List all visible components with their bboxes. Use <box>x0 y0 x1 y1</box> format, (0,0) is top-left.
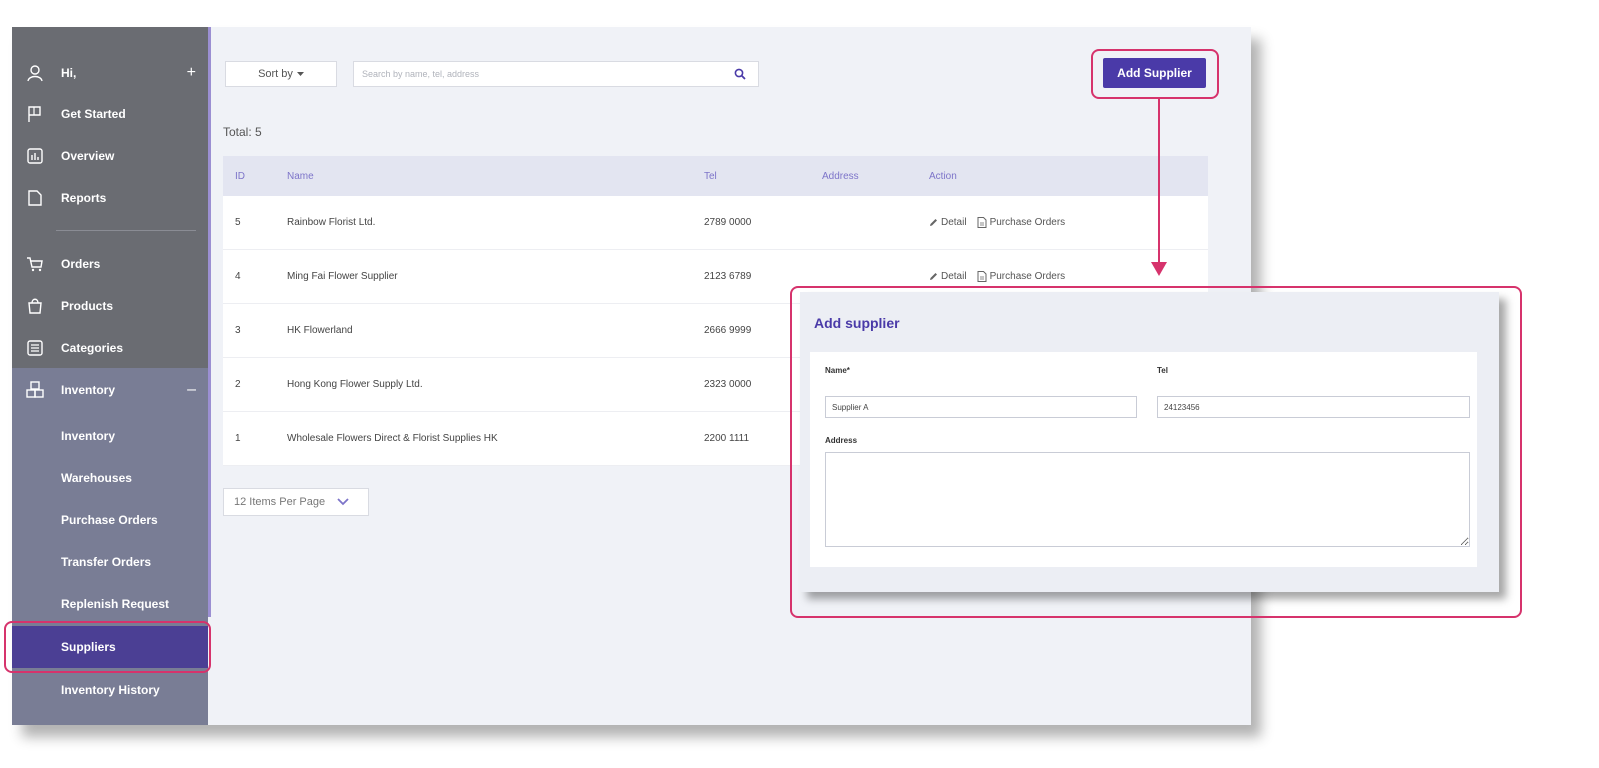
sidebar-item-label: Products <box>61 299 114 313</box>
boxes-icon <box>26 381 44 398</box>
items-per-page-select[interactable]: 12 Items Per Page <box>223 488 369 516</box>
file-icon <box>977 217 987 228</box>
purchase-orders-link-label: Purchase Orders <box>989 271 1066 282</box>
table-row: 5 Rainbow Florist Ltd. 2789 0000 Detail … <box>223 196 1208 250</box>
cell-tel: 2789 0000 <box>704 217 752 228</box>
suppliers-highlight <box>4 621 211 673</box>
cell-name: Wholesale Flowers Direct & Florist Suppl… <box>287 433 498 444</box>
pencil-icon <box>930 273 937 280</box>
sidebar-item-inventory[interactable]: Inventory – <box>12 369 208 411</box>
table-header: ID Name Tel Address Action <box>223 156 1208 196</box>
sidebar-subitem-purchase-orders[interactable]: Purchase Orders <box>12 499 208 541</box>
sort-by-label: Sort by <box>258 68 293 80</box>
caret-down-icon <box>296 71 304 76</box>
cart-icon <box>27 257 43 272</box>
document-icon <box>28 190 42 206</box>
sidebar-item-greeting[interactable]: Hi, + <box>12 52 208 94</box>
sidebar-item-get-started[interactable]: Get Started <box>12 93 208 135</box>
cell-name: Rainbow Florist Ltd. <box>287 217 376 228</box>
detail-link-label: Detail <box>941 217 967 228</box>
cell-tel: 2200 1111 <box>704 433 750 444</box>
cell-tel: 2666 9999 <box>704 325 752 336</box>
column-header-name: Name <box>287 170 314 182</box>
sidebar-item-label: Hi, <box>61 66 77 80</box>
sidebar-item-label: Reports <box>61 191 107 205</box>
total-count: Total: 5 <box>223 125 262 139</box>
modal-highlight <box>790 286 1522 618</box>
sidebar-item-label: Inventory <box>61 429 116 443</box>
expand-plus-icon[interactable]: + <box>187 64 196 82</box>
cell-id: 2 <box>235 379 241 390</box>
detail-link[interactable]: Detail <box>929 271 967 282</box>
cell-tel: 2323 0000 <box>704 379 752 390</box>
purchase-orders-link[interactable]: Purchase Orders <box>977 271 1066 282</box>
pencil-icon <box>930 219 937 226</box>
sidebar-item-label: Replenish Request <box>61 597 170 611</box>
cell-id: 4 <box>235 271 241 282</box>
sidebar-item-label: Inventory <box>61 383 116 397</box>
purchase-orders-link[interactable]: Purchase Orders <box>977 217 1066 228</box>
cell-id: 1 <box>235 433 241 444</box>
flag-icon <box>28 106 41 122</box>
sort-by-dropdown[interactable]: Sort by <box>225 61 337 87</box>
sidebar-item-reports[interactable]: Reports <box>12 177 208 219</box>
cell-name: HK Flowerland <box>287 325 353 336</box>
sidebar-item-label: Inventory History <box>61 683 160 697</box>
bag-icon <box>28 298 42 314</box>
arrow-down-icon <box>1151 262 1167 276</box>
search-icon[interactable] <box>734 68 746 80</box>
column-header-action: Action <box>929 170 957 182</box>
collapse-minus-icon[interactable]: – <box>187 381 196 399</box>
cell-name: Hong Kong Flower Supply Ltd. <box>287 379 423 390</box>
sidebar-item-overview[interactable]: Overview <box>12 135 208 177</box>
sidebar-item-products[interactable]: Products <box>12 285 208 327</box>
file-icon <box>977 271 987 282</box>
items-per-page-label: 12 Items Per Page <box>234 496 326 508</box>
search-box <box>353 61 759 87</box>
sidebar-subitem-inventory[interactable]: Inventory <box>12 415 208 457</box>
detail-link[interactable]: Detail <box>929 217 967 228</box>
purchase-orders-link-label: Purchase Orders <box>989 217 1066 228</box>
sidebar-item-label: Warehouses <box>61 471 132 485</box>
sidebar-item-label: Get Started <box>61 107 126 121</box>
detail-link-label: Detail <box>941 271 967 282</box>
sidebar-divider <box>56 230 196 231</box>
column-header-id: ID <box>235 170 245 182</box>
cell-action: Detail Purchase Orders <box>929 196 1065 249</box>
sidebar-item-label: Categories <box>61 341 124 355</box>
chart-icon <box>27 148 43 164</box>
user-icon <box>27 65 43 82</box>
column-header-address: Address <box>822 170 859 182</box>
sidebar-item-label: Overview <box>61 149 115 163</box>
sidebar-item-label: Purchase Orders <box>61 513 158 527</box>
sidebar-subitem-replenish-request[interactable]: Replenish Request <box>12 583 208 625</box>
list-icon <box>27 340 43 356</box>
sidebar-subitem-inventory-history[interactable]: Inventory History <box>12 669 208 711</box>
sidebar-subitem-transfer-orders[interactable]: Transfer Orders <box>12 541 208 583</box>
cell-id: 5 <box>235 217 241 228</box>
add-supplier-highlight <box>1091 49 1219 99</box>
cell-id: 3 <box>235 325 241 336</box>
sidebar-item-label: Orders <box>61 257 101 271</box>
sidebar-subitem-warehouses[interactable]: Warehouses <box>12 457 208 499</box>
chevron-down-icon <box>337 498 349 506</box>
sidebar-item-orders[interactable]: Orders <box>12 243 208 285</box>
sidebar-item-label: Transfer Orders <box>61 555 152 569</box>
connector-arrow-line <box>1158 99 1160 263</box>
search-input[interactable] <box>354 62 730 86</box>
cell-name: Ming Fai Flower Supplier <box>287 271 398 282</box>
column-header-tel: Tel <box>704 170 717 182</box>
cell-tel: 2123 6789 <box>704 271 752 282</box>
sidebar-item-categories[interactable]: Categories <box>12 327 208 369</box>
